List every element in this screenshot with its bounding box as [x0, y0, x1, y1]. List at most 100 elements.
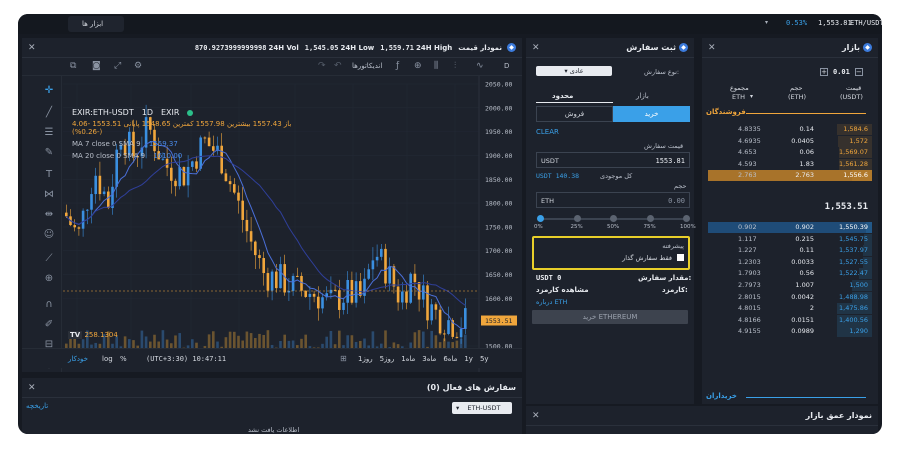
slider-dot[interactable]: [573, 215, 581, 222]
interval-button[interactable]: D: [504, 62, 509, 70]
indicators-button[interactable]: اندیکاتورها: [352, 62, 382, 70]
submit-buy-button[interactable]: خرید ETHEREUM: [532, 310, 688, 324]
undo-icon[interactable]: ↶: [334, 61, 342, 71]
bar-chart-icon[interactable]: ⫶: [454, 61, 456, 71]
tab-limit[interactable]: محدود: [552, 92, 573, 100]
forecast-icon[interactable]: ⇹: [42, 208, 56, 222]
candle-body: [228, 181, 232, 185]
row-price: 1,290: [849, 327, 868, 336]
candle-body: [333, 289, 337, 291]
bid-row[interactable]: 2.7973 1.007 1,500: [708, 280, 872, 291]
close-icon[interactable]: ✕: [532, 43, 540, 53]
brush-icon[interactable]: ✎: [42, 146, 56, 160]
balance-value[interactable]: USDT 140.38: [536, 172, 579, 180]
compare-icon[interactable]: ⊕: [414, 61, 422, 71]
depth-panel-title: نمودار عمق بازار: [805, 411, 872, 420]
ticker-pair[interactable]: ETH/USDT: [850, 19, 882, 27]
ruler-icon[interactable]: ⟋: [42, 252, 56, 266]
bid-row[interactable]: 4.8015 2 1,475.86: [708, 303, 872, 315]
fullscreen-icon[interactable]: ⤢: [114, 61, 121, 71]
zoom-icon[interactable]: ⊕: [42, 272, 56, 286]
redo-icon[interactable]: ↷: [318, 61, 326, 71]
trend-line-icon[interactable]: ╱: [42, 106, 56, 120]
candle-body: [405, 291, 408, 303]
slider-dot[interactable]: [646, 215, 654, 222]
minus-icon[interactable]: −: [854, 68, 863, 76]
gear-icon[interactable]: ⚙: [134, 61, 142, 71]
lock-draw-icon[interactable]: ✐: [42, 318, 56, 332]
candles-icon[interactable]: ⫼: [434, 61, 438, 71]
log-scale-button[interactable]: log: [102, 355, 113, 363]
fee-link[interactable]: مشاهده کارمزد: [536, 286, 589, 294]
candle-body: [170, 167, 173, 181]
market-panel: ✕ بازار ◆ + 0.01 − مجموع ETH ▾ حجم (ETH) …: [702, 38, 878, 404]
tab-market[interactable]: بازار: [636, 92, 649, 100]
history-link[interactable]: تاریخچه: [26, 402, 48, 410]
range-button[interactable]: 5روز: [380, 355, 395, 363]
row-volume: 0.14: [799, 125, 814, 133]
percent-scale-button[interactable]: %: [120, 355, 127, 363]
pattern-icon[interactable]: ⋈: [42, 188, 56, 202]
plus-icon[interactable]: +: [820, 68, 828, 76]
range-button[interactable]: 6ماه: [443, 355, 457, 363]
candle-body: [317, 296, 320, 309]
sort-icon[interactable]: ▾: [750, 93, 753, 100]
ask-row[interactable]: 2.763 2.763 1,556.6: [708, 170, 872, 182]
close-icon[interactable]: ✕: [532, 411, 540, 421]
range-button[interactable]: 1y: [464, 355, 473, 363]
slider-dot[interactable]: [610, 215, 617, 222]
close-icon[interactable]: ✕: [708, 43, 716, 53]
maker-only-checkbox[interactable]: [677, 254, 684, 261]
emoji-icon[interactable]: ☺: [42, 228, 56, 242]
auto-scale-button[interactable]: خودکار: [68, 355, 88, 363]
indicator-fx-icon[interactable]: ƒ: [396, 61, 399, 71]
ask-row[interactable]: 4.8335 0.14 1,584.6: [708, 124, 872, 135]
bid-row[interactable]: 1.2303 0.0033 1,527.55: [708, 256, 872, 268]
row-volume: 0.0989: [791, 327, 814, 336]
tools-tab-label: ابزار ها: [82, 20, 104, 28]
tools-tab[interactable]: ابزار ها: [68, 16, 124, 32]
price-input[interactable]: USDT 1553.81: [536, 152, 690, 168]
crosshair-icon[interactable]: ✛: [42, 84, 56, 98]
ask-row[interactable]: 4.653 0.06 1,569.07: [708, 147, 872, 159]
buy-tab[interactable]: خرید: [613, 106, 690, 122]
bid-row[interactable]: 1.227 0.11 1,537.97: [708, 245, 872, 257]
text-icon[interactable]: T: [42, 168, 56, 182]
about-eth-link[interactable]: درباره ETH: [536, 298, 567, 306]
line-chart-icon[interactable]: ∿: [476, 61, 484, 71]
bid-row[interactable]: 1.7903 0.56 1,522.47: [708, 268, 872, 280]
bid-row[interactable]: 4.9155 0.0989 1,290: [708, 326, 872, 338]
high-value: 1,559.71: [380, 43, 414, 52]
pair-select[interactable]: ▾ ETH-USDT: [452, 402, 512, 414]
order-type-select[interactable]: ▾ عادی: [536, 66, 612, 76]
range-button[interactable]: 3ماه: [422, 355, 436, 363]
row-price: 1,572: [849, 136, 868, 145]
slider-dot[interactable]: [537, 215, 544, 222]
magnet-icon[interactable]: ∩: [42, 298, 56, 312]
ask-row[interactable]: 4.593 1.83 1,561.28: [708, 158, 872, 170]
volume-label: حجم: [674, 182, 687, 190]
chevron-down-icon[interactable]: ▾: [765, 19, 768, 26]
camera-icon[interactable]: ◙: [92, 61, 101, 71]
row-total: 4.9155: [738, 327, 761, 336]
close-icon[interactable]: ✕: [28, 43, 36, 53]
range-button[interactable]: 1روز: [358, 355, 373, 363]
slider-dot[interactable]: [683, 215, 690, 222]
row-price: 1,475.86: [839, 304, 868, 313]
bid-row[interactable]: 4.8166 0.0151 1,400.56: [708, 314, 872, 326]
legend-ma20: MA 20 close 0 SMA 9: [72, 152, 146, 160]
clear-button[interactable]: CLEAR: [536, 128, 559, 136]
sell-tab[interactable]: فروش: [536, 106, 613, 122]
range-button[interactable]: 5y: [480, 355, 489, 363]
range-button[interactable]: 1ماه: [401, 355, 415, 363]
bid-row[interactable]: 0.902 0.902 1,550.39: [708, 222, 872, 233]
external-link-icon[interactable]: ⧉: [70, 61, 76, 71]
bid-row[interactable]: 2.8015 0.0042 1,488.98: [708, 291, 872, 303]
volume-input[interactable]: ETH 0.00: [536, 192, 690, 208]
close-icon[interactable]: ✕: [28, 383, 36, 393]
fib-icon[interactable]: ☰: [42, 126, 56, 140]
date-range-icon[interactable]: ⊞: [340, 354, 347, 363]
empty-message: اطلاعات یافت نشد: [248, 426, 300, 434]
bid-row[interactable]: 1.117 0.215 1,545.75: [708, 233, 872, 245]
ask-row[interactable]: 4.6935 0.0405 1,572: [708, 135, 872, 147]
